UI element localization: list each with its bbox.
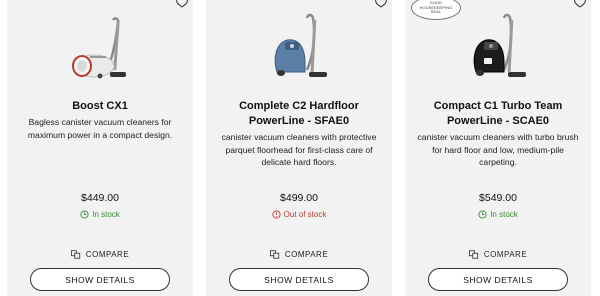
- stock-status: Out of stock: [206, 210, 392, 219]
- warning-icon: [272, 210, 281, 219]
- product-description: canister vacuum cleaners with turbo brus…: [417, 132, 579, 167]
- product-card[interactable]: GOOD HOUSEKEEPING SEAL Compact C1 Turbo …: [405, 0, 591, 296]
- compare-button[interactable]: COMPARE: [405, 250, 591, 259]
- compare-icon: [468, 250, 478, 259]
- product-name[interactable]: Boost CX1: [15, 99, 185, 114]
- product-price: $549.00: [479, 192, 517, 204]
- product-card[interactable]: Boost CX1 Bagless canister vacuum cleane…: [7, 0, 193, 296]
- stock-label: In stock: [92, 210, 120, 219]
- product-grid: Boost CX1 Bagless canister vacuum cleane…: [0, 0, 600, 296]
- product-description: canister vacuum cleaners with protective…: [221, 132, 377, 167]
- heart-icon[interactable]: [573, 0, 587, 9]
- compare-label: COMPARE: [284, 250, 329, 259]
- product-name[interactable]: Compact C1 Turbo Team PowerLine - SCAE0: [413, 99, 583, 129]
- compare-label: COMPARE: [483, 250, 528, 259]
- clock-icon: [478, 210, 487, 219]
- product-description: Bagless canister vacuum cleaners for max…: [27, 117, 173, 140]
- show-details-button[interactable]: SHOW DETAILS: [229, 268, 369, 291]
- heart-icon[interactable]: [175, 0, 189, 9]
- product-name[interactable]: Complete C2 Hardfloor PowerLine - SFAE0: [214, 99, 384, 129]
- product-image[interactable]: [405, 10, 591, 90]
- product-card[interactable]: Complete C2 Hardfloor PowerLine - SFAE0 …: [206, 0, 392, 296]
- clock-icon: [80, 210, 89, 219]
- product-image[interactable]: [7, 10, 193, 90]
- show-details-button[interactable]: SHOW DETAILS: [30, 268, 170, 291]
- compare-icon: [70, 250, 80, 259]
- stock-status: In stock: [7, 210, 193, 219]
- heart-icon[interactable]: [374, 0, 388, 9]
- compare-label: COMPARE: [85, 250, 130, 259]
- stock-label: In stock: [490, 210, 518, 219]
- stock-status: In stock: [405, 210, 591, 219]
- show-details-button[interactable]: SHOW DETAILS: [428, 268, 568, 291]
- product-image[interactable]: [206, 10, 392, 90]
- product-price: $449.00: [81, 192, 119, 204]
- compare-icon: [269, 250, 279, 259]
- product-price: $499.00: [280, 192, 318, 204]
- compare-button[interactable]: COMPARE: [7, 250, 193, 259]
- compare-button[interactable]: COMPARE: [206, 250, 392, 259]
- stock-label: Out of stock: [283, 210, 327, 219]
